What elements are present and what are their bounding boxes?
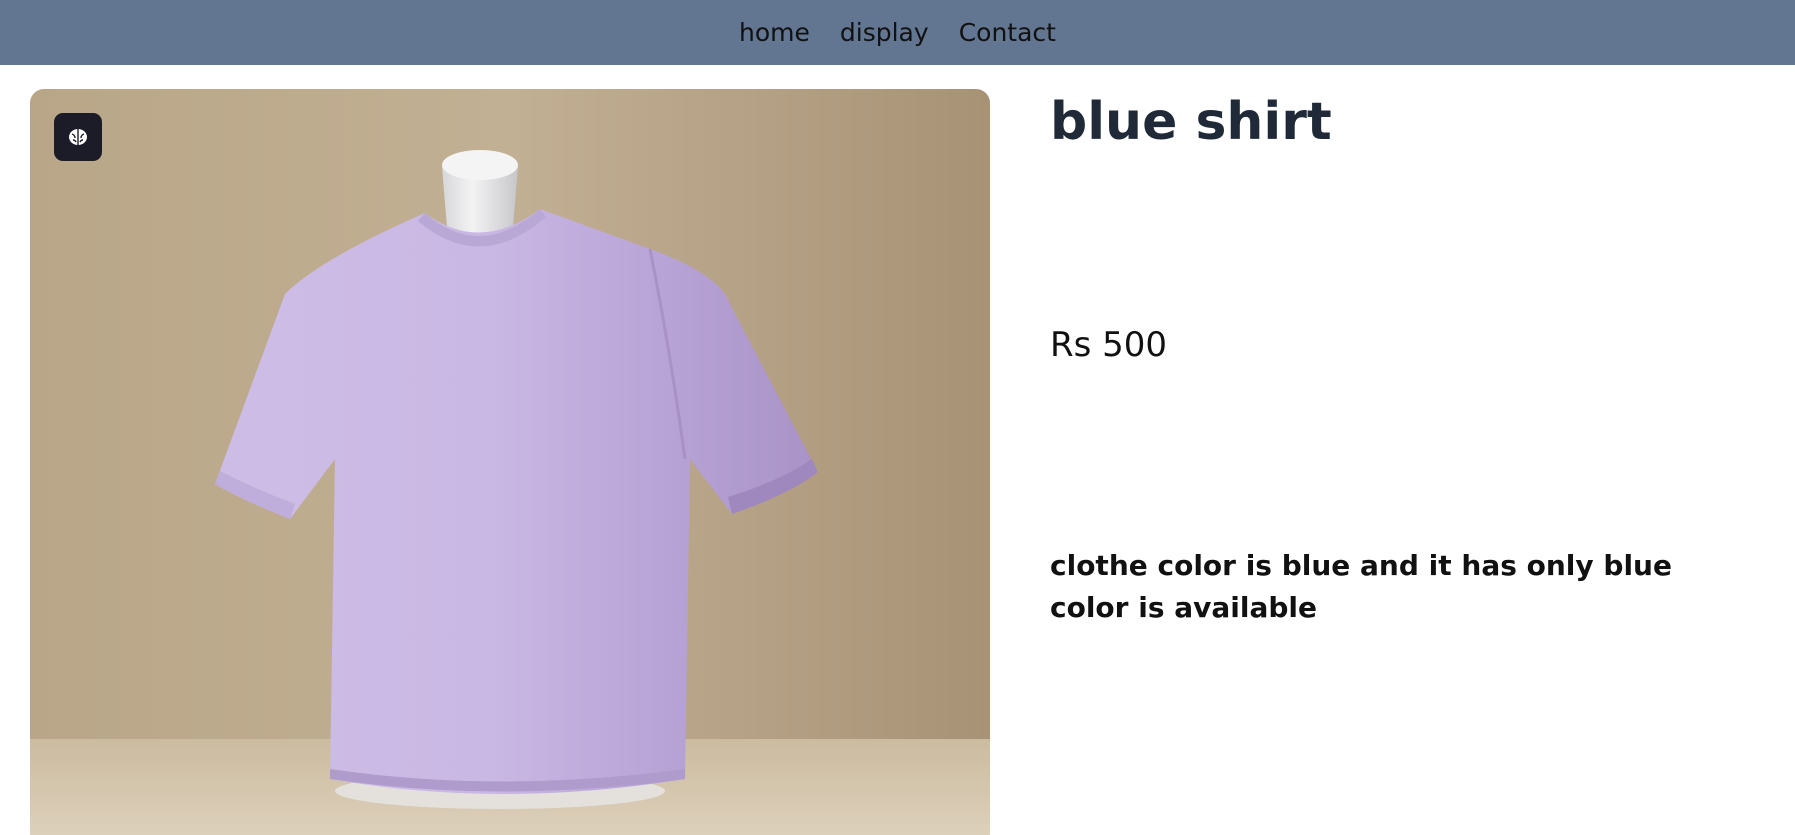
product-price: Rs 500 [1050, 325, 1168, 365]
product-image [30, 89, 990, 835]
product-title: blue shirt [1050, 92, 1332, 152]
nav-link-home[interactable]: home [739, 20, 810, 45]
nav-link-display[interactable]: display [840, 20, 929, 45]
tshirt-photo [30, 89, 990, 835]
nav-link-contact[interactable]: Contact [959, 20, 1056, 45]
brain-badge-button[interactable] [54, 113, 102, 161]
top-navbar: home display Contact [0, 0, 1795, 65]
product-description: clothe color is blue and it has only blu… [1050, 549, 1672, 624]
brain-icon [69, 129, 87, 145]
